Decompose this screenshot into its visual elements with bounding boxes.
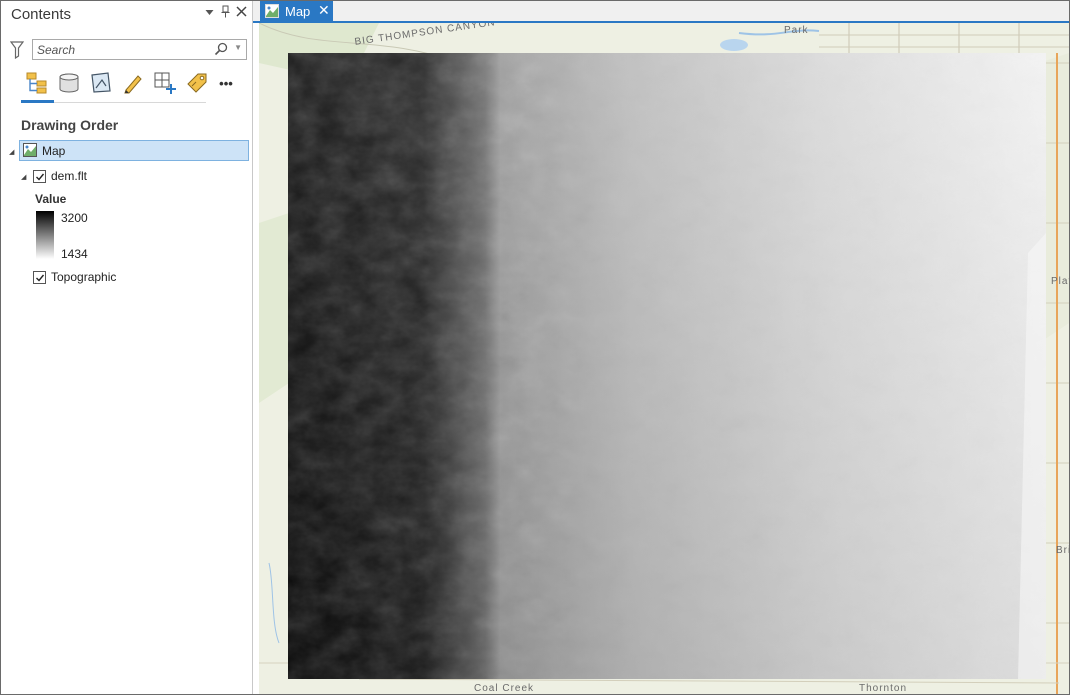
basemap-place-label: Thornton	[859, 683, 908, 694]
dem-raster	[288, 53, 1046, 679]
arcgis-pro-window: Contents ▼	[0, 0, 1070, 695]
filter-icon[interactable]	[10, 41, 24, 59]
layer-topographic[interactable]: Topographic	[33, 270, 153, 288]
toolbar-divider	[54, 102, 206, 103]
basemap-place-label: Platt	[1051, 276, 1069, 287]
list-by-source-icon[interactable]	[57, 70, 81, 96]
view-tab-strip: Map ✕	[253, 1, 1069, 23]
more-options-icon[interactable]: •••	[214, 70, 238, 96]
close-tab-icon[interactable]: ✕	[318, 2, 330, 19]
layer-label: dem.flt	[51, 169, 88, 183]
map-node-label: Map	[42, 144, 66, 158]
search-field[interactable]: ▼	[32, 39, 247, 60]
contents-pane-title: Contents	[11, 6, 72, 23]
legend-color-ramp[interactable]	[36, 211, 54, 259]
map-canvas[interactable]: BIG THOMPSON CANYON Park Platt Bri Thorn…	[259, 23, 1069, 694]
legend-field-label: Value	[35, 192, 67, 206]
layer-dem[interactable]: dem.flt	[33, 169, 153, 187]
pin-icon[interactable]	[221, 5, 230, 21]
map-node[interactable]: Map	[19, 140, 249, 161]
pane-options-icon[interactable]	[205, 5, 214, 20]
search-input[interactable]	[37, 41, 207, 58]
list-by-snapping-icon[interactable]	[153, 70, 177, 96]
list-by-drawing-order-icon[interactable]	[26, 70, 50, 96]
search-icon[interactable]	[214, 42, 228, 56]
search-dropdown-icon[interactable]: ▼	[234, 43, 242, 52]
collapse-arrow-icon[interactable]: ◢	[9, 148, 14, 156]
map-icon	[265, 4, 279, 18]
legend-low-value: 1434	[61, 247, 88, 261]
close-pane-icon[interactable]	[236, 5, 247, 20]
section-title: Drawing Order	[21, 117, 119, 133]
layer-label: Topographic	[51, 270, 117, 284]
tab-label: Map	[285, 4, 311, 19]
collapse-arrow-icon[interactable]: ◢	[21, 173, 26, 181]
basemap-place-label: Coal Creek	[474, 683, 535, 694]
tab-map[interactable]: Map ✕	[260, 1, 333, 21]
active-tool-indicator	[21, 100, 54, 103]
list-by-selection-icon[interactable]	[89, 70, 113, 96]
map-icon	[23, 143, 37, 157]
list-by-editing-icon[interactable]	[121, 70, 145, 96]
list-by-labeling-icon[interactable]	[185, 70, 209, 96]
basemap-place-label: Bri	[1056, 545, 1069, 556]
basemap-place-label: Park	[784, 25, 809, 36]
legend-high-value: 3200	[61, 211, 88, 225]
contents-pane: Contents ▼	[1, 1, 253, 694]
layer-visibility-checkbox[interactable]	[33, 271, 46, 284]
layer-visibility-checkbox[interactable]	[33, 170, 46, 183]
